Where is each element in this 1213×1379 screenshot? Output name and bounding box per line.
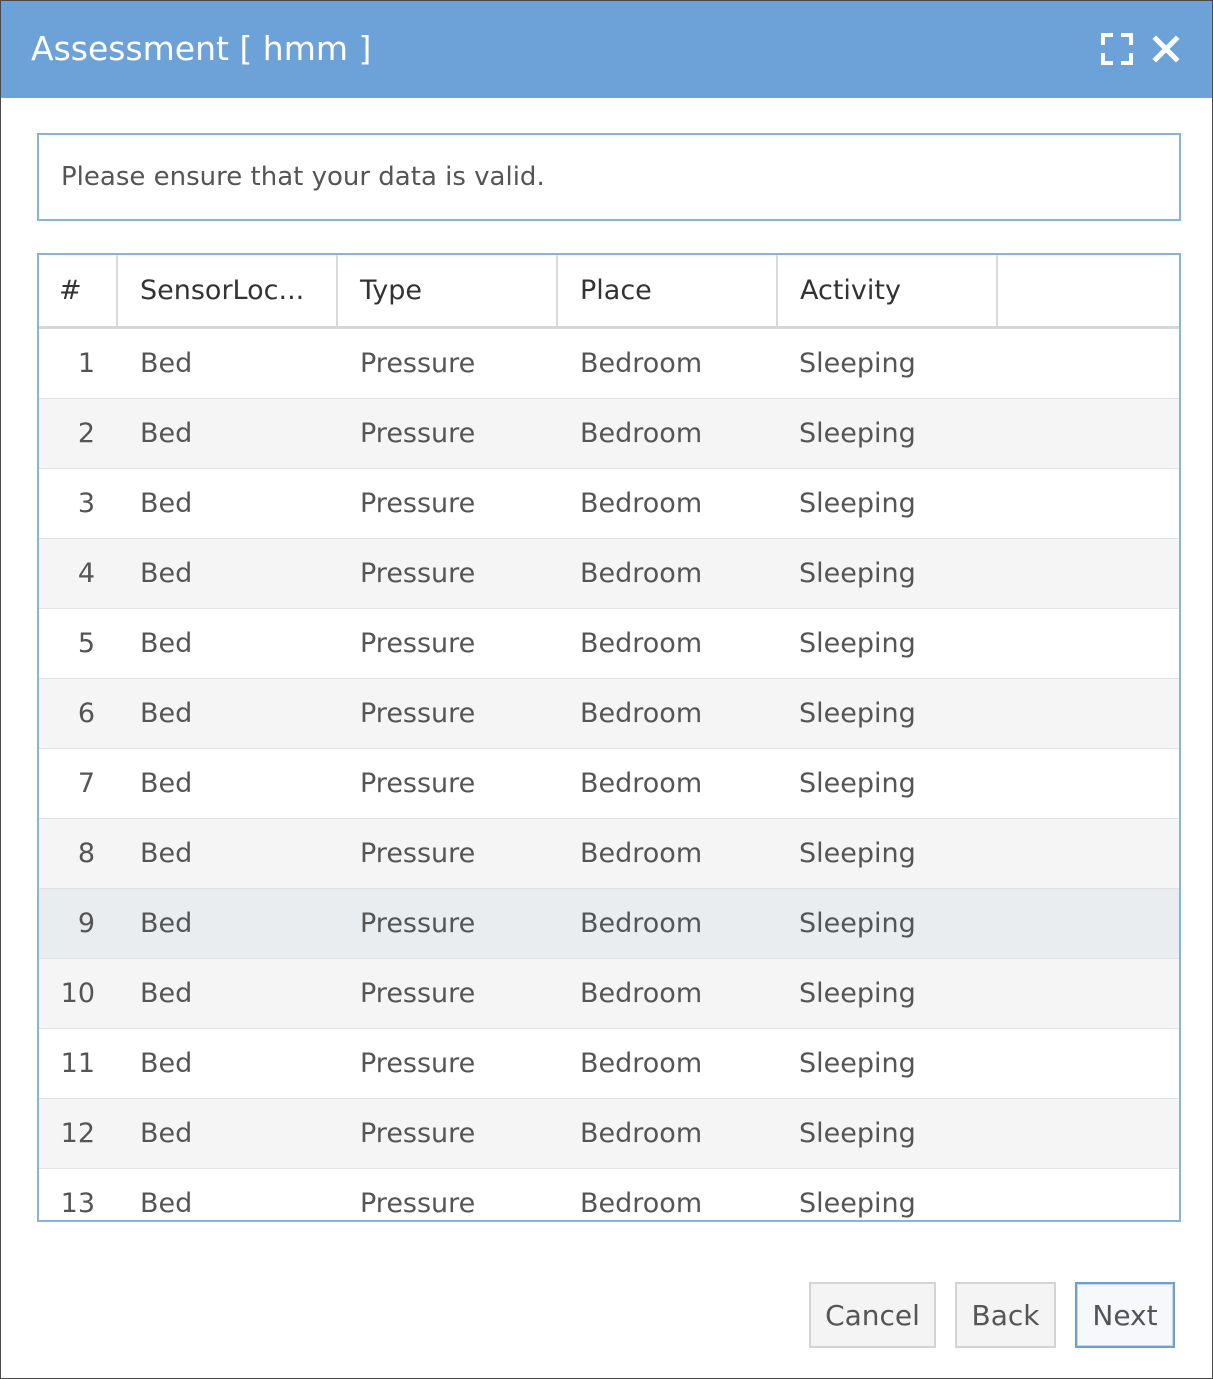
sensor-location-cell: Bed — [140, 348, 193, 379]
row-number: 8 — [77, 838, 95, 869]
place-cell: Bedroom — [580, 1188, 703, 1219]
row-number: 9 — [77, 908, 95, 939]
row-number: 2 — [77, 418, 95, 449]
column-header-sensor-location[interactable]: SensorLoc... — [118, 255, 338, 326]
type-cell: Pressure — [360, 908, 476, 939]
row-number: 3 — [77, 488, 95, 519]
validation-message: Please ensure that your data is valid. — [37, 133, 1181, 221]
row-number: 13 — [60, 1188, 95, 1219]
activity-cell: Sleeping — [799, 1048, 916, 1079]
table-row[interactable]: 13 Bed Pressure Bedroom Sleeping — [39, 1169, 1179, 1220]
activity-cell: Sleeping — [799, 558, 916, 589]
close-icon — [1152, 35, 1180, 63]
table-row[interactable]: 3 Bed Pressure Bedroom Sleeping — [39, 469, 1179, 539]
sensor-location-cell: Bed — [140, 768, 193, 799]
place-cell: Bedroom — [580, 1048, 703, 1079]
column-header-filler — [998, 255, 1179, 326]
table-row[interactable]: 2 Bed Pressure Bedroom Sleeping — [39, 399, 1179, 469]
table-row[interactable]: 6 Bed Pressure Bedroom Sleeping — [39, 679, 1179, 749]
maximize-icon — [1101, 33, 1133, 65]
table-row[interactable]: 8 Bed Pressure Bedroom Sleeping — [39, 819, 1179, 889]
activity-cell: Sleeping — [799, 1188, 916, 1219]
activity-cell: Sleeping — [799, 908, 916, 939]
table-row[interactable]: 7 Bed Pressure Bedroom Sleeping — [39, 749, 1179, 819]
place-cell: Bedroom — [580, 978, 703, 1009]
place-cell: Bedroom — [580, 628, 703, 659]
activity-cell: Sleeping — [799, 488, 916, 519]
place-cell: Bedroom — [580, 348, 703, 379]
activity-cell: Sleeping — [799, 698, 916, 729]
place-cell: Bedroom — [580, 698, 703, 729]
column-header-type[interactable]: Type — [338, 255, 558, 326]
place-cell: Bedroom — [580, 908, 703, 939]
row-number: 7 — [77, 768, 95, 799]
table-row[interactable]: 4 Bed Pressure Bedroom Sleeping — [39, 539, 1179, 609]
column-header-activity[interactable]: Activity — [778, 255, 998, 326]
type-cell: Pressure — [360, 558, 476, 589]
row-number: 12 — [60, 1118, 95, 1149]
type-cell: Pressure — [360, 418, 476, 449]
table-row[interactable]: 1 Bed Pressure Bedroom Sleeping — [39, 329, 1179, 399]
sensor-location-cell: Bed — [140, 698, 193, 729]
table-row[interactable]: 5 Bed Pressure Bedroom Sleeping — [39, 609, 1179, 679]
next-button[interactable]: Next — [1075, 1282, 1175, 1348]
type-cell: Pressure — [360, 1188, 476, 1219]
back-button[interactable]: Back — [955, 1282, 1056, 1348]
sensor-location-cell: Bed — [140, 418, 193, 449]
activity-cell: Sleeping — [799, 838, 916, 869]
place-cell: Bedroom — [580, 838, 703, 869]
sensor-location-cell: Bed — [140, 628, 193, 659]
row-number: 1 — [77, 348, 95, 379]
place-cell: Bedroom — [580, 558, 703, 589]
table-row[interactable]: 11 Bed Pressure Bedroom Sleeping — [39, 1029, 1179, 1099]
table-row[interactable]: 9 Bed Pressure Bedroom Sleeping — [39, 889, 1179, 959]
maximize-button[interactable] — [1099, 31, 1135, 67]
sensor-location-cell: Bed — [140, 908, 193, 939]
assessment-dialog: Assessment [ hmm ] Please ensure that yo… — [0, 0, 1213, 1379]
place-cell: Bedroom — [580, 768, 703, 799]
sensor-location-cell: Bed — [140, 558, 193, 589]
sensor-location-cell: Bed — [140, 1188, 193, 1219]
activity-cell: Sleeping — [799, 978, 916, 1009]
type-cell: Pressure — [360, 768, 476, 799]
table-row[interactable]: 10 Bed Pressure Bedroom Sleeping — [39, 959, 1179, 1029]
activity-cell: Sleeping — [799, 1118, 916, 1149]
place-cell: Bedroom — [580, 418, 703, 449]
sensor-location-cell: Bed — [140, 1118, 193, 1149]
validation-message-text: Please ensure that your data is valid. — [61, 162, 545, 192]
activity-cell: Sleeping — [799, 628, 916, 659]
row-number: 4 — [77, 558, 95, 589]
type-cell: Pressure — [360, 978, 476, 1009]
sensor-location-cell: Bed — [140, 1048, 193, 1079]
cancel-button[interactable]: Cancel — [809, 1282, 936, 1348]
row-number: 5 — [77, 628, 95, 659]
sensor-location-cell: Bed — [140, 488, 193, 519]
column-header-place[interactable]: Place — [558, 255, 778, 326]
column-header-number[interactable]: # — [39, 255, 118, 326]
row-number: 10 — [60, 978, 95, 1009]
type-cell: Pressure — [360, 1048, 476, 1079]
place-cell: Bedroom — [580, 488, 703, 519]
grid-body[interactable]: 1 Bed Pressure Bedroom Sleeping 2 Bed Pressure B… — [39, 329, 1179, 1220]
dialog-titlebar[interactable]: Assessment [ hmm ] — [1, 1, 1212, 98]
dialog-title: Assessment [ hmm ] — [31, 29, 372, 68]
type-cell: Pressure — [360, 1118, 476, 1149]
place-cell: Bedroom — [580, 1118, 703, 1149]
data-grid: # SensorLoc... Type Place Activity 1 Bed P… — [37, 253, 1181, 1222]
activity-cell: Sleeping — [799, 418, 916, 449]
activity-cell: Sleeping — [799, 348, 916, 379]
type-cell: Pressure — [360, 348, 476, 379]
row-number: 11 — [60, 1048, 95, 1079]
type-cell: Pressure — [360, 628, 476, 659]
activity-cell: Sleeping — [799, 768, 916, 799]
sensor-location-cell: Bed — [140, 838, 193, 869]
type-cell: Pressure — [360, 838, 476, 869]
table-row[interactable]: 12 Bed Pressure Bedroom Sleeping — [39, 1099, 1179, 1169]
type-cell: Pressure — [360, 488, 476, 519]
type-cell: Pressure — [360, 698, 476, 729]
grid-header: # SensorLoc... Type Place Activity — [39, 255, 1179, 329]
row-number: 6 — [77, 698, 95, 729]
close-button[interactable] — [1148, 31, 1184, 67]
sensor-location-cell: Bed — [140, 978, 193, 1009]
